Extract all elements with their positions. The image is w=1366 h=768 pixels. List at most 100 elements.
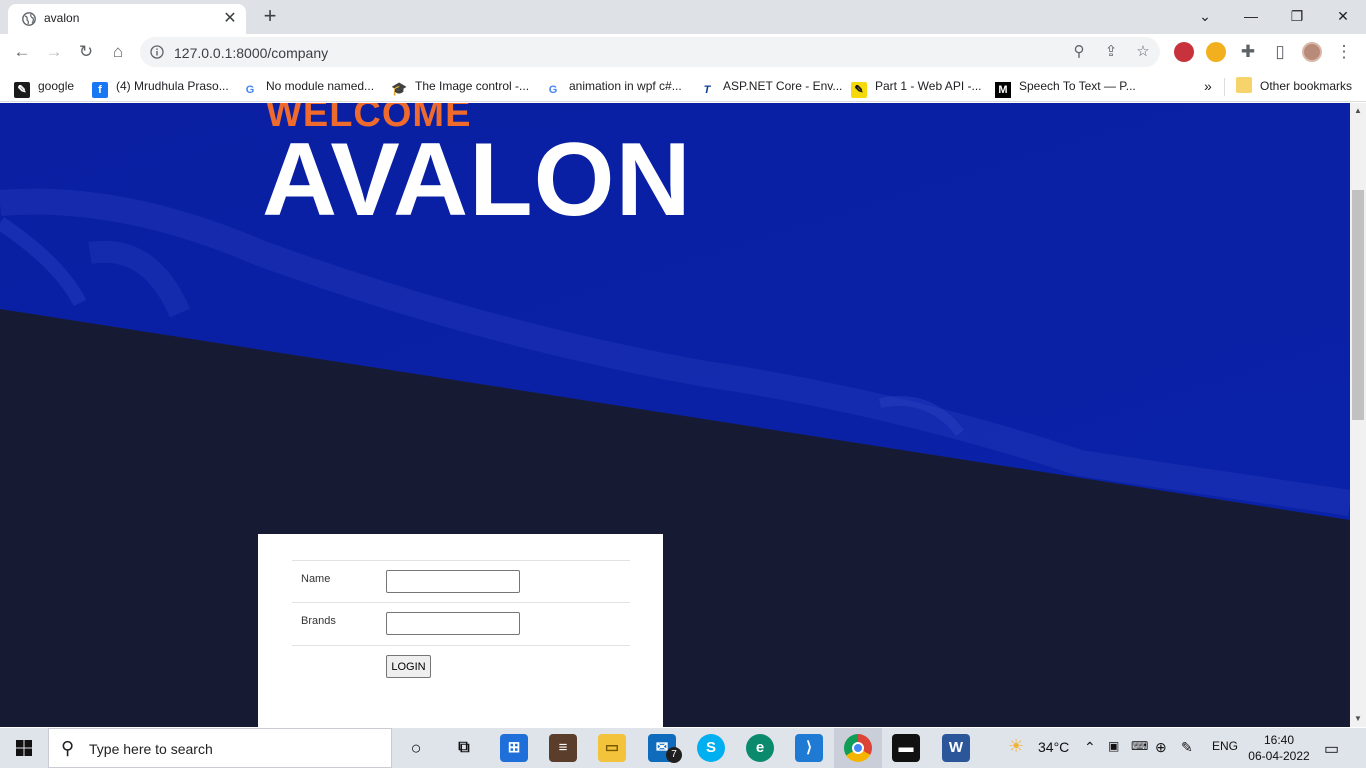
cortana-icon[interactable]: ○ [402, 734, 430, 762]
name-label: Name [301, 573, 331, 585]
tutorialsteacher-icon: T [703, 84, 711, 96]
notifications-icon[interactable]: ▭ [1324, 739, 1339, 759]
bookmark-aspnet-core[interactable]: T ASP.NET Core - Env... [699, 77, 843, 96]
login-button[interactable]: LOGIN [386, 655, 431, 678]
other-bookmarks-label: Other bookmarks [1260, 79, 1353, 93]
site-info-icon[interactable] [150, 45, 164, 59]
tab-title: avalon [44, 11, 80, 25]
terminal-icon[interactable]: ▬ [892, 734, 920, 762]
home-icon[interactable]: ⌂ [106, 40, 130, 64]
browser-toolbar: ← → ↻ ⌂ 127.0.0.1:8000/company ⚲ ⇪ ☆ ✚ ▯… [0, 34, 1366, 70]
chrome-icon[interactable] [844, 734, 872, 762]
back-icon[interactable]: ← [10, 40, 34, 64]
reload-icon[interactable]: ↻ [74, 40, 98, 64]
bookmarks-bar: ✎ google f (4) Mrudhula Praso... G No modul… [0, 70, 1366, 102]
taskbar-search-box[interactable]: ⚲ Type here to search [48, 728, 392, 768]
mail-badge: 7 [666, 747, 682, 763]
network-globe-icon[interactable]: ⊕ [1155, 739, 1167, 756]
tab-search-icon[interactable]: ⌄ [1182, 3, 1228, 29]
meet-now-icon[interactable]: ▣ [1108, 739, 1119, 753]
bookmark-label: No module named... [266, 79, 375, 93]
tab-strip: avalon ✕ + ⌄ — ❐ ✕ [0, 0, 1366, 34]
search-icon: ⚲ [61, 738, 75, 758]
close-tab-icon[interactable]: ✕ [220, 9, 240, 29]
file-explorer-icon[interactable]: ▭ [598, 734, 626, 762]
microsoft-store-icon[interactable]: ⊞ [500, 734, 528, 762]
weather-icon[interactable]: ☀ [1008, 736, 1024, 757]
winrar-icon[interactable]: ≡ [549, 734, 577, 762]
page-viewport: WELCOME AVALON Name Brands LOGIN [0, 103, 1350, 727]
bookmark-label: Speech To Text — P... [1019, 79, 1136, 93]
facebook-icon: f [92, 82, 108, 98]
pen-icon[interactable]: ✎ [1181, 739, 1193, 756]
extensions-puzzle-icon[interactable]: ✚ [1236, 40, 1260, 64]
close-window-icon[interactable]: ✕ [1320, 3, 1366, 29]
bookmark-label: (4) Mrudhula Praso... [116, 79, 229, 93]
bookmark-label: Part 1 - Web API -... [875, 79, 982, 93]
new-tab-icon[interactable]: + [258, 5, 282, 29]
windows-start-icon[interactable] [0, 728, 48, 768]
form-divider [292, 602, 630, 603]
edge-icon[interactable]: e [746, 734, 774, 762]
page-scrollbar[interactable]: ▲ ▼ [1350, 103, 1366, 727]
windows-taskbar: ⚲ Type here to search ○ ⧉ ⊞ ≡ ▭ ✉ 7 S e … [0, 728, 1366, 768]
globe-icon [22, 12, 36, 26]
scroll-down-icon[interactable]: ▼ [1350, 711, 1366, 727]
extension-yellow-icon[interactable] [1206, 42, 1226, 62]
pencil-icon: ✎ [851, 82, 867, 98]
minimize-icon[interactable]: — [1228, 3, 1274, 29]
medium-icon: M [995, 82, 1011, 98]
bookmark-label: animation in wpf c#... [569, 79, 682, 93]
bookmark-no-module[interactable]: G No module named... [242, 77, 375, 96]
more-bookmarks-button[interactable]: » [1204, 77, 1212, 95]
bookmark-facebook[interactable]: f (4) Mrudhula Praso... [92, 77, 229, 98]
brands-label: Brands [301, 615, 336, 627]
other-bookmarks-folder[interactable]: Other bookmarks [1236, 77, 1352, 95]
bookmark-icon: ✎ [14, 82, 30, 98]
share-icon[interactable]: ⇪ [1100, 41, 1122, 63]
bookmark-animation-wpf[interactable]: Ganimation in wpf c#... [545, 77, 682, 96]
form-divider [292, 645, 630, 646]
task-view-icon[interactable]: ⧉ [450, 734, 478, 762]
bookmark-speech-to-text[interactable]: M Speech To Text — P... [995, 77, 1136, 98]
bookmark-star-icon[interactable]: ☆ [1132, 41, 1154, 63]
forward-icon[interactable]: → [42, 40, 66, 64]
bookmark-label: ASP.NET Core - Env... [723, 79, 843, 93]
scrollbar-thumb[interactable] [1352, 190, 1364, 420]
brands-input[interactable] [386, 612, 520, 635]
login-form: Name Brands LOGIN [258, 534, 663, 727]
zoom-icon[interactable]: ⚲ [1068, 41, 1090, 63]
form-divider [292, 560, 630, 561]
google-icon: G [548, 84, 558, 96]
skype-icon[interactable]: S [697, 734, 725, 762]
tab-avalon[interactable]: avalon ✕ [8, 4, 246, 34]
side-panel-icon[interactable]: ▯ [1268, 40, 1292, 64]
weather-temp[interactable]: 34°C [1038, 739, 1069, 755]
folder-icon [1236, 77, 1252, 93]
brand-title: AVALON [262, 122, 692, 238]
clock-date: 06-04-2022 [1248, 749, 1310, 763]
input-method-icon[interactable]: ⌨ [1131, 739, 1148, 753]
clock-time: 16:40 [1263, 733, 1295, 747]
language-indicator[interactable]: ENG [1212, 739, 1238, 753]
url-text: 127.0.0.1:8000/company [174, 45, 329, 61]
extension-red-icon[interactable] [1174, 42, 1194, 62]
show-hidden-icons-icon[interactable]: ⌃ [1084, 739, 1096, 756]
address-bar[interactable]: 127.0.0.1:8000/company ⚲ ⇪ ☆ [140, 37, 1160, 67]
vscode-icon[interactable]: ⟩ [795, 734, 823, 762]
google-icon: G [245, 84, 255, 96]
bookmark-label: The Image control -... [415, 79, 530, 93]
scroll-up-icon[interactable]: ▲ [1350, 103, 1366, 119]
profile-avatar[interactable] [1302, 42, 1322, 62]
restore-icon[interactable]: ❐ [1274, 3, 1320, 29]
bookmark-web-api[interactable]: ✎ Part 1 - Web API -... [851, 77, 982, 98]
menu-kebab-icon[interactable]: ⋮ [1332, 40, 1356, 64]
search-placeholder: Type here to search [89, 741, 213, 757]
bookmark-google[interactable]: ✎ google [14, 77, 75, 98]
word-icon[interactable]: W [942, 734, 970, 762]
clock[interactable]: 16:40 06-04-2022 [1244, 732, 1314, 764]
mortarboard-icon: 🎓 [391, 81, 408, 96]
bookmark-image-control[interactable]: 🎓 The Image control -... [391, 77, 530, 96]
bookmark-label: google [38, 79, 75, 93]
name-input[interactable] [386, 570, 520, 593]
